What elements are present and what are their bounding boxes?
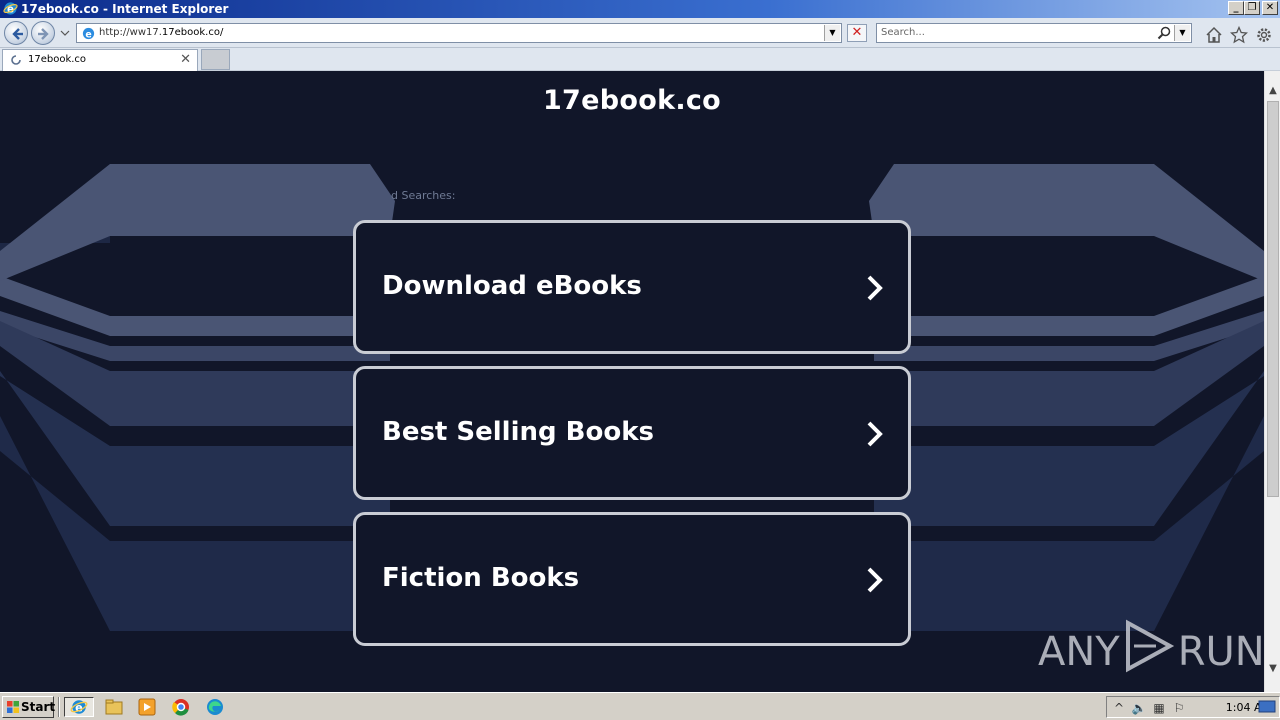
chevron-right-icon bbox=[867, 275, 883, 301]
tab-close-button[interactable]: ✕ bbox=[180, 52, 191, 67]
url-prefix: http://ww17. bbox=[99, 27, 162, 38]
file-explorer-icon[interactable] bbox=[103, 697, 125, 717]
close-window-button[interactable]: ✕ bbox=[1262, 1, 1278, 15]
card-fiction-books[interactable]: Fiction Books bbox=[353, 512, 911, 646]
settings-gear-icon[interactable] bbox=[1255, 26, 1273, 44]
card-best-selling-books[interactable]: Best Selling Books bbox=[353, 366, 911, 500]
navigation-bar: e http://ww17.17ebook.co/ ▼ ✕ Search... … bbox=[0, 18, 1280, 48]
chrome-icon[interactable] bbox=[170, 697, 192, 717]
site-title[interactable]: 17ebook.co bbox=[0, 85, 1264, 116]
address-dropdown-button[interactable]: ▼ bbox=[824, 25, 840, 41]
new-tab-button[interactable] bbox=[201, 49, 230, 70]
card-label: Best Selling Books bbox=[382, 417, 654, 447]
internet-explorer-icon: e bbox=[3, 2, 18, 15]
minimize-button[interactable]: _ bbox=[1228, 1, 1244, 15]
windows-flag-icon bbox=[7, 701, 19, 713]
favorites-star-icon[interactable] bbox=[1230, 26, 1248, 44]
card-label: Fiction Books bbox=[382, 563, 580, 593]
url-text: http://ww17.17ebook.co/ bbox=[99, 27, 223, 38]
scrollbar-thumb[interactable] bbox=[1267, 101, 1279, 497]
search-icon[interactable] bbox=[1157, 26, 1171, 40]
search-box[interactable]: Search... ▼ bbox=[876, 23, 1192, 43]
anyrun-watermark: ANY RUN bbox=[1038, 617, 1264, 675]
action-center-flag-icon[interactable]: ⚐ bbox=[1171, 700, 1187, 716]
edge-icon[interactable] bbox=[204, 697, 226, 717]
search-dropdown-button[interactable]: ▼ bbox=[1174, 25, 1190, 41]
media-player-icon[interactable] bbox=[136, 697, 158, 717]
card-download-ebooks[interactable]: Download eBooks bbox=[353, 220, 911, 354]
tab-bar: 17ebook.co ✕ bbox=[0, 48, 1280, 71]
start-button[interactable]: Start bbox=[2, 696, 56, 718]
watermark-right-text: RUN bbox=[1177, 629, 1264, 675]
play-triangle-icon bbox=[1125, 619, 1174, 673]
taskbar-ie-button[interactable]: e bbox=[64, 697, 94, 717]
internet-explorer-icon: e bbox=[70, 700, 88, 715]
show-hidden-icons-icon[interactable]: ^ bbox=[1111, 700, 1127, 716]
network-icon[interactable]: ▦ bbox=[1151, 700, 1167, 716]
arrow-left-icon bbox=[12, 28, 23, 40]
chevron-right-icon bbox=[867, 421, 883, 447]
taskbar: Start e ^ 🔈 ▦ ⚐ 1:04 AM bbox=[0, 692, 1280, 720]
page-viewport: 17ebook.co d Searches: Download eBooks B… bbox=[0, 71, 1264, 692]
search-placeholder: Search... bbox=[881, 27, 925, 38]
home-icon[interactable] bbox=[1205, 26, 1223, 44]
address-bar[interactable]: e http://ww17.17ebook.co/ ▼ bbox=[76, 23, 842, 43]
url-domain: 17ebook.co/ bbox=[161, 27, 224, 38]
tab-17ebook[interactable]: 17ebook.co ✕ bbox=[2, 49, 198, 71]
history-dropdown-icon[interactable] bbox=[60, 29, 70, 37]
window-title: 17ebook.co - Internet Explorer bbox=[21, 2, 229, 16]
watermark-left-text: ANY bbox=[1038, 629, 1120, 675]
tab-label: 17ebook.co bbox=[28, 54, 87, 65]
volume-icon[interactable]: 🔈 bbox=[1131, 700, 1147, 716]
start-label: Start bbox=[21, 700, 56, 714]
svg-text:e: e bbox=[85, 29, 91, 40]
chevron-right-icon bbox=[867, 567, 883, 593]
forward-button[interactable] bbox=[31, 21, 55, 45]
loading-spinner-icon bbox=[11, 55, 21, 65]
related-searches-label: d Searches: bbox=[391, 189, 456, 202]
taskbar-separator bbox=[58, 697, 60, 717]
show-desktop-icon[interactable] bbox=[1258, 700, 1276, 714]
window-titlebar: e 17ebook.co - Internet Explorer _ ❐ ✕ bbox=[0, 0, 1280, 18]
scroll-down-arrow-icon[interactable]: ▼ bbox=[1267, 663, 1279, 677]
back-button[interactable] bbox=[4, 21, 28, 45]
system-tray: ^ 🔈 ▦ ⚐ 1:04 AM bbox=[1106, 696, 1280, 718]
stop-button[interactable]: ✕ bbox=[847, 24, 867, 42]
card-label: Download eBooks bbox=[382, 271, 642, 301]
scroll-up-arrow-icon[interactable]: ▲ bbox=[1267, 85, 1279, 99]
vertical-scrollbar[interactable]: ▲ ▼ bbox=[1264, 71, 1280, 692]
restore-button[interactable]: ❐ bbox=[1244, 1, 1260, 15]
arrow-right-icon bbox=[38, 28, 49, 40]
ie-page-icon: e bbox=[82, 27, 95, 40]
